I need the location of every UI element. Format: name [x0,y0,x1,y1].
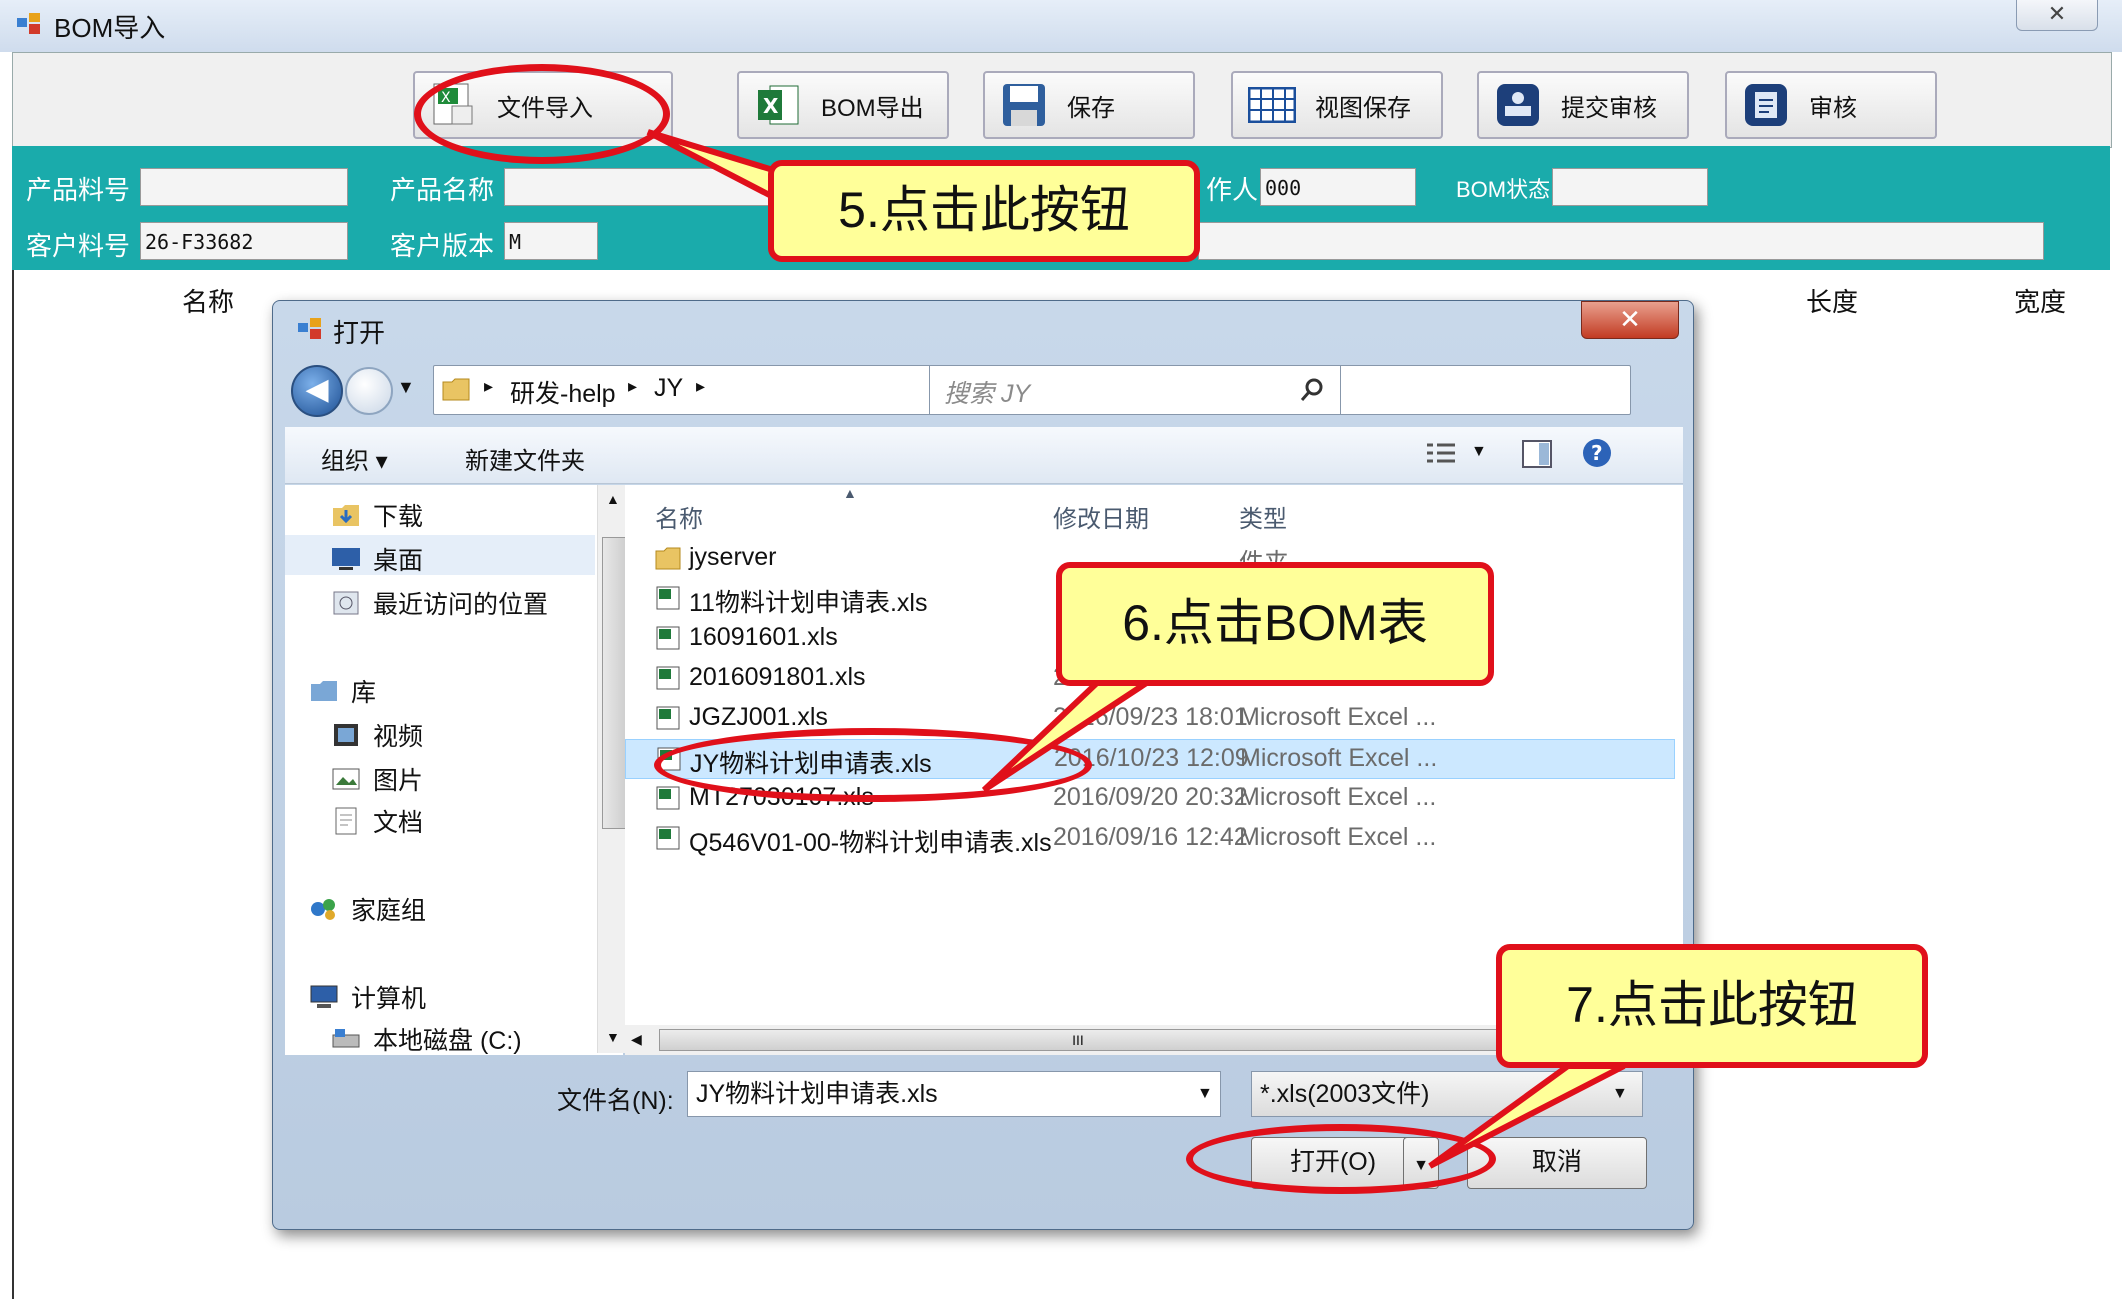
callout-step6: 6.点击BOM表 [1056,562,1494,686]
callout-step7: 7.点击此按钮 [1496,944,1928,1068]
pointer-step7 [1428,1063,1626,1169]
pointer-step6 [981,679,1159,793]
callout-step5: 5.点击此按钮 [768,160,1200,262]
